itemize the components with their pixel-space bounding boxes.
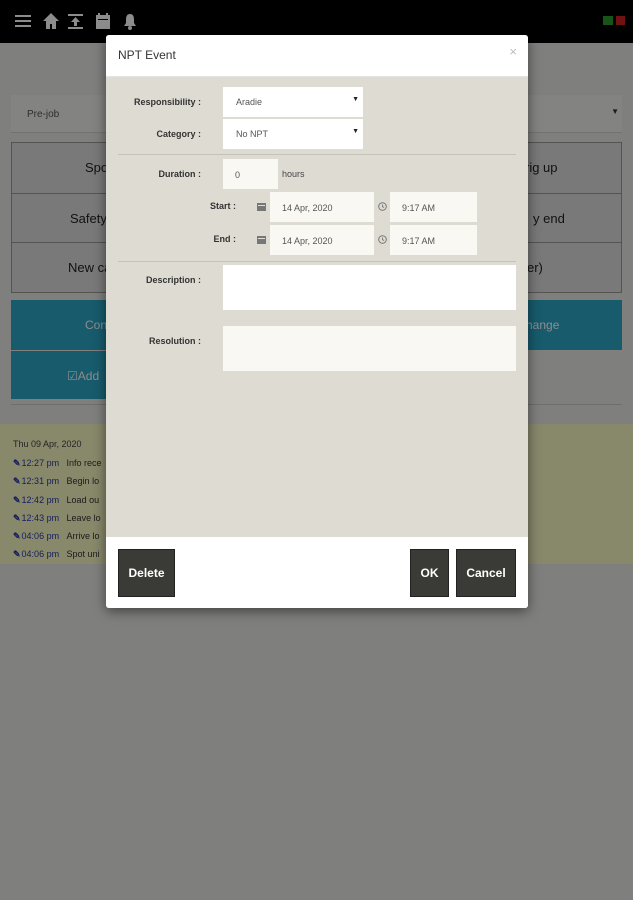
npt-event-dialog: NPT Event × Responsibility : Aradie ▼ Ca… bbox=[106, 35, 528, 608]
duration-unit: hours bbox=[282, 169, 305, 179]
category-value: No NPT bbox=[236, 129, 269, 139]
description-label: Description : bbox=[145, 275, 201, 285]
close-icon[interactable]: × bbox=[509, 44, 517, 59]
delete-button-label: Delete bbox=[128, 566, 165, 580]
description-textarea[interactable] bbox=[223, 265, 516, 310]
responsibility-value: Aradie bbox=[236, 97, 263, 107]
resolution-textarea[interactable] bbox=[223, 326, 516, 371]
chevron-down-icon: ▼ bbox=[352, 96, 359, 103]
start-date-value: 14 Apr, 2020 bbox=[282, 203, 333, 213]
end-time-value: 9:17 AM bbox=[402, 236, 436, 246]
form-divider bbox=[118, 261, 516, 262]
cancel-button-label: Cancel bbox=[466, 566, 506, 580]
responsibility-label: Responsibility : bbox=[133, 97, 201, 107]
end-date-value: 14 Apr, 2020 bbox=[282, 236, 333, 246]
clock-icon bbox=[378, 202, 387, 211]
dialog-body: Responsibility : Aradie ▼ Category : No … bbox=[106, 77, 528, 537]
calendar-icon bbox=[257, 203, 266, 211]
duration-value: 0 bbox=[235, 170, 241, 180]
ok-button[interactable]: OK bbox=[410, 549, 449, 597]
start-time-input[interactable]: 9:17 AM bbox=[390, 192, 477, 222]
ok-button-label: OK bbox=[420, 566, 439, 580]
cancel-button[interactable]: Cancel bbox=[456, 549, 516, 597]
delete-button[interactable]: Delete bbox=[118, 549, 175, 597]
dialog-title: NPT Event bbox=[118, 48, 176, 62]
duration-label: Duration : bbox=[158, 169, 202, 179]
responsibility-select[interactable]: Aradie ▼ bbox=[223, 87, 363, 117]
start-time-value: 9:17 AM bbox=[402, 203, 436, 213]
form-divider bbox=[118, 154, 516, 155]
resolution-label: Resolution : bbox=[149, 336, 201, 346]
start-date-input[interactable]: 14 Apr, 2020 bbox=[270, 192, 374, 222]
clock-icon bbox=[378, 235, 387, 244]
dialog-header: NPT Event × bbox=[106, 35, 528, 77]
category-select[interactable]: No NPT ▼ bbox=[223, 119, 363, 149]
end-label: End : bbox=[213, 234, 237, 244]
start-label: Start : bbox=[209, 201, 236, 211]
dialog-footer: Delete OK Cancel bbox=[106, 537, 528, 608]
end-time-input[interactable]: 9:17 AM bbox=[390, 225, 477, 255]
category-label: Category : bbox=[156, 129, 201, 139]
calendar-icon bbox=[257, 236, 266, 244]
duration-input[interactable]: 0 bbox=[223, 159, 278, 189]
chevron-down-icon: ▼ bbox=[352, 128, 359, 135]
end-date-input[interactable]: 14 Apr, 2020 bbox=[270, 225, 374, 255]
